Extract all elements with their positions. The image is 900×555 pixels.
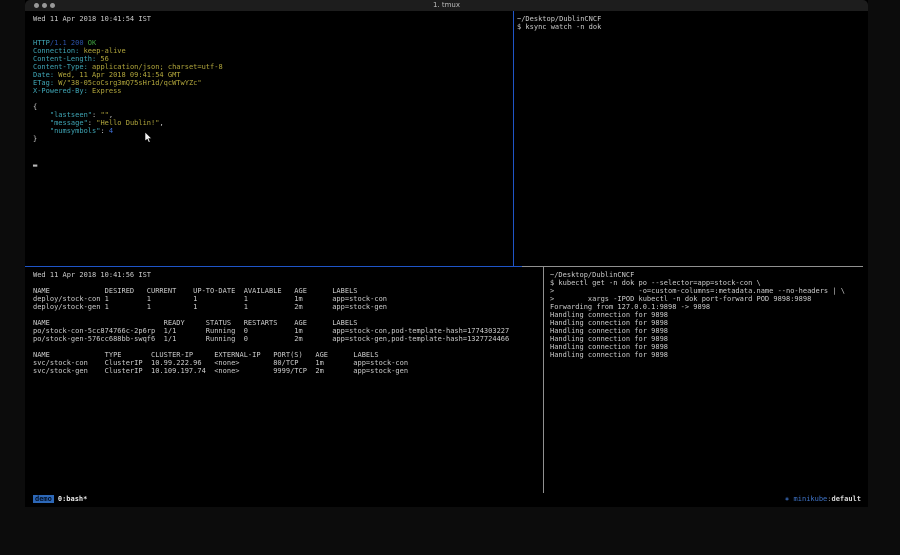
kube-namespace-label: default <box>831 495 861 503</box>
terminal-line: "numsymbols": 4 <box>33 127 223 135</box>
pane-border-horizontal-right[interactable] <box>522 266 863 267</box>
pane-border-vertical-bottom[interactable] <box>543 267 544 493</box>
terminal-line: { <box>33 103 223 111</box>
status-left: demo 0:bash* <box>33 495 87 503</box>
terminal-line: X-Powered-By: Express <box>33 87 223 95</box>
terminal-line: Handling connection for 9898 <box>550 311 845 319</box>
pane-http-response[interactable]: Wed 11 Apr 2018 10:41:54 IST HTTP/1.1 20… <box>33 15 223 167</box>
active-window-tab[interactable]: 0:bash* <box>58 495 88 503</box>
terminal-line: NAME READY STATUS RESTARTS AGE LABELS <box>33 319 509 327</box>
window-titlebar[interactable]: 1. tmux <box>25 0 868 11</box>
terminal-line <box>33 31 223 39</box>
terminal-line: deploy/stock-con 1 1 1 1 1m app=stock-co… <box>33 295 509 303</box>
pane-border-horizontal-left[interactable] <box>25 266 522 267</box>
kube-cluster-label: minikube <box>794 495 828 503</box>
terminal-line: Content-Type: application/json; charset=… <box>33 63 223 71</box>
pane-border-vertical-top[interactable] <box>513 11 514 266</box>
terminal-line: $ kubectl get -n dok po --selector=app=s… <box>550 279 845 287</box>
terminal-line <box>33 343 509 351</box>
terminal-line: Handling connection for 9898 <box>550 351 845 359</box>
terminal-line: Wed 11 Apr 2018 10:41:54 IST <box>33 15 223 23</box>
tmux-terminal: Wed 11 Apr 2018 10:41:54 IST HTTP/1.1 20… <box>25 11 868 493</box>
terminal-line: svc/stock-gen ClusterIP 10.109.197.74 <n… <box>33 367 509 375</box>
terminal-line: Handling connection for 9898 <box>550 327 845 335</box>
terminal-line: Handling connection for 9898 <box>550 319 845 327</box>
terminal-line: "lastseen": "", <box>33 111 223 119</box>
terminal-line <box>33 95 223 103</box>
helm-icon: ⎈ <box>785 495 789 503</box>
terminal-line: Connection: keep-alive <box>33 47 223 55</box>
terminal-line: "message": "Hello Dublin!", <box>33 119 223 127</box>
terminal-line: > xargs -IPOD kubectl -n dok port-forwar… <box>550 295 845 303</box>
desktop: 1. tmux Wed 11 Apr 2018 10:41:54 IST HTT… <box>0 0 900 555</box>
tmux-status-bar: demo 0:bash* ⎈ minikube:default <box>25 493 868 507</box>
terminal-line: NAME DESIRED CURRENT UP-TO-DATE AVAILABL… <box>33 287 509 295</box>
terminal-line: ▂ <box>33 159 223 167</box>
terminal-line <box>33 151 223 159</box>
terminal-line: po/stock-gen-576cc688bb-swqf6 1/1 Runnin… <box>33 335 509 343</box>
terminal-line: } <box>33 135 223 143</box>
terminal-line: ETag: W/"38-05coCsrg3mQ75sHr1d/qcWTwYZc" <box>33 79 223 87</box>
terminal-line: Handling connection for 9898 <box>550 335 845 343</box>
pane-kubectl-get[interactable]: Wed 11 Apr 2018 10:41:56 IST NAME DESIRE… <box>33 271 509 375</box>
terminal-line <box>33 23 223 31</box>
status-right: ⎈ minikube:default <box>785 495 861 503</box>
session-name-badge[interactable]: demo <box>33 495 54 503</box>
terminal-line: Wed 11 Apr 2018 10:41:56 IST <box>33 271 509 279</box>
terminal-line: NAME TYPE CLUSTER-IP EXTERNAL-IP PORT(S)… <box>33 351 509 359</box>
terminal-line: ~/Desktop/DublinCNCF <box>550 271 845 279</box>
terminal-line <box>33 143 223 151</box>
window-title: 1. tmux <box>25 1 868 9</box>
terminal-line <box>33 279 509 287</box>
terminal-line: Handling connection for 9898 <box>550 343 845 351</box>
terminal-line: HTTP/1.1 200 OK <box>33 39 223 47</box>
mouse-cursor-icon <box>145 132 153 143</box>
pane-ksync-watch[interactable]: ~/Desktop/DublinCNCF$ ksync watch -n dok <box>517 15 601 31</box>
terminal-line: $ ksync watch -n dok <box>517 23 601 31</box>
terminal-line: po/stock-con-5cc874766c-2p6rp 1/1 Runnin… <box>33 327 509 335</box>
pane-port-forward[interactable]: ~/Desktop/DublinCNCF$ kubectl get -n dok… <box>550 271 845 359</box>
terminal-line: Content-Length: 56 <box>33 55 223 63</box>
terminal-line <box>33 311 509 319</box>
terminal-line: ~/Desktop/DublinCNCF <box>517 15 601 23</box>
terminal-window: 1. tmux Wed 11 Apr 2018 10:41:54 IST HTT… <box>25 0 868 507</box>
terminal-line: > -o=custom-columns=:metadata.name --no-… <box>550 287 845 295</box>
terminal-line: svc/stock-con ClusterIP 10.99.222.96 <no… <box>33 359 509 367</box>
terminal-line: Date: Wed, 11 Apr 2018 09:41:54 GMT <box>33 71 223 79</box>
terminal-line: deploy/stock-gen 1 1 1 1 2m app=stock-ge… <box>33 303 509 311</box>
terminal-line: Forwarding from 127.0.0.1:9898 -> 9898 <box>550 303 845 311</box>
